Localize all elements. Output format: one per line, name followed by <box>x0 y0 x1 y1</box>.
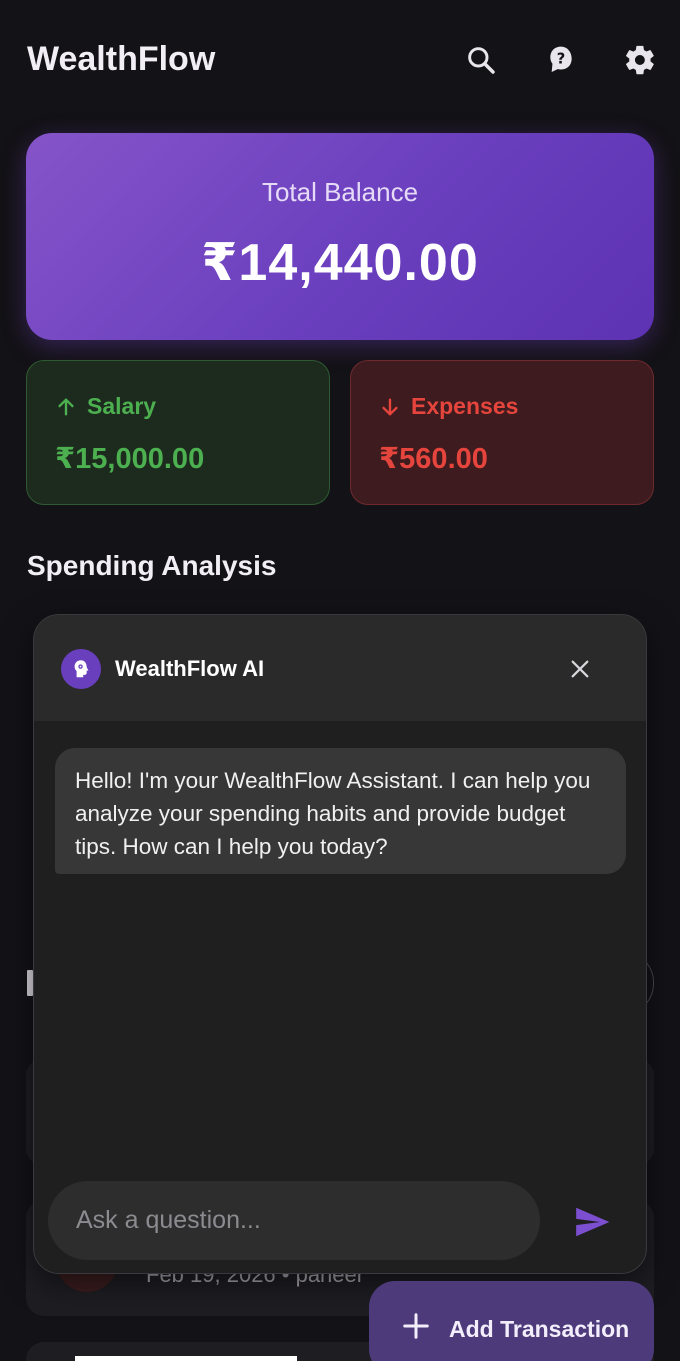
add-transaction-label: Add Transaction <box>449 1316 630 1342</box>
ai-chat-panel: WealthFlow AI Hello! I'm your WealthFlow… <box>33 614 647 1274</box>
total-balance-card: Total Balance ₹14,440.00 <box>26 133 654 340</box>
app-title: WealthFlow <box>27 40 216 78</box>
svg-text:?: ? <box>557 50 566 67</box>
plus-icon <box>403 1313 429 1339</box>
salary-label-row: Salary <box>55 393 156 420</box>
app-bar: WealthFlow ? <box>0 0 680 120</box>
send-icon[interactable] <box>570 1200 614 1244</box>
chat-input-container[interactable] <box>48 1181 540 1260</box>
expenses-card[interactable]: Expenses ₹560.00 <box>350 360 654 505</box>
expenses-label: Expenses <box>411 393 519 419</box>
total-balance-amount: ₹14,440.00 <box>201 234 479 292</box>
total-balance-label: Total Balance <box>261 177 419 207</box>
brain-head-icon <box>74 660 89 678</box>
expenses-amount: ₹560.00 <box>379 443 488 475</box>
search-icon[interactable] <box>461 40 501 80</box>
chat-header: WealthFlow AI <box>34 615 646 721</box>
obscured-progress-bar <box>75 1356 297 1361</box>
help-icon[interactable]: ? <box>541 40 581 80</box>
close-icon[interactable] <box>562 651 598 687</box>
expenses-label-row: Expenses <box>379 393 518 420</box>
ai-avatar <box>61 649 101 689</box>
salary-amount: ₹15,000.00 <box>55 443 205 475</box>
salary-card[interactable]: Salary ₹15,000.00 <box>26 360 330 505</box>
settings-icon[interactable] <box>620 40 660 80</box>
assistant-message: Hello! I'm your WealthFlow Assistant. I … <box>55 748 626 874</box>
arrow-down-icon <box>382 397 398 416</box>
add-transaction-button[interactable]: Add Transaction <box>369 1281 654 1361</box>
chat-input[interactable] <box>48 1181 540 1260</box>
arrow-up-icon <box>58 397 74 416</box>
spending-analysis-title: Spending Analysis <box>27 550 277 581</box>
chat-title: WealthFlow AI <box>115 656 265 681</box>
salary-label: Salary <box>87 393 157 419</box>
